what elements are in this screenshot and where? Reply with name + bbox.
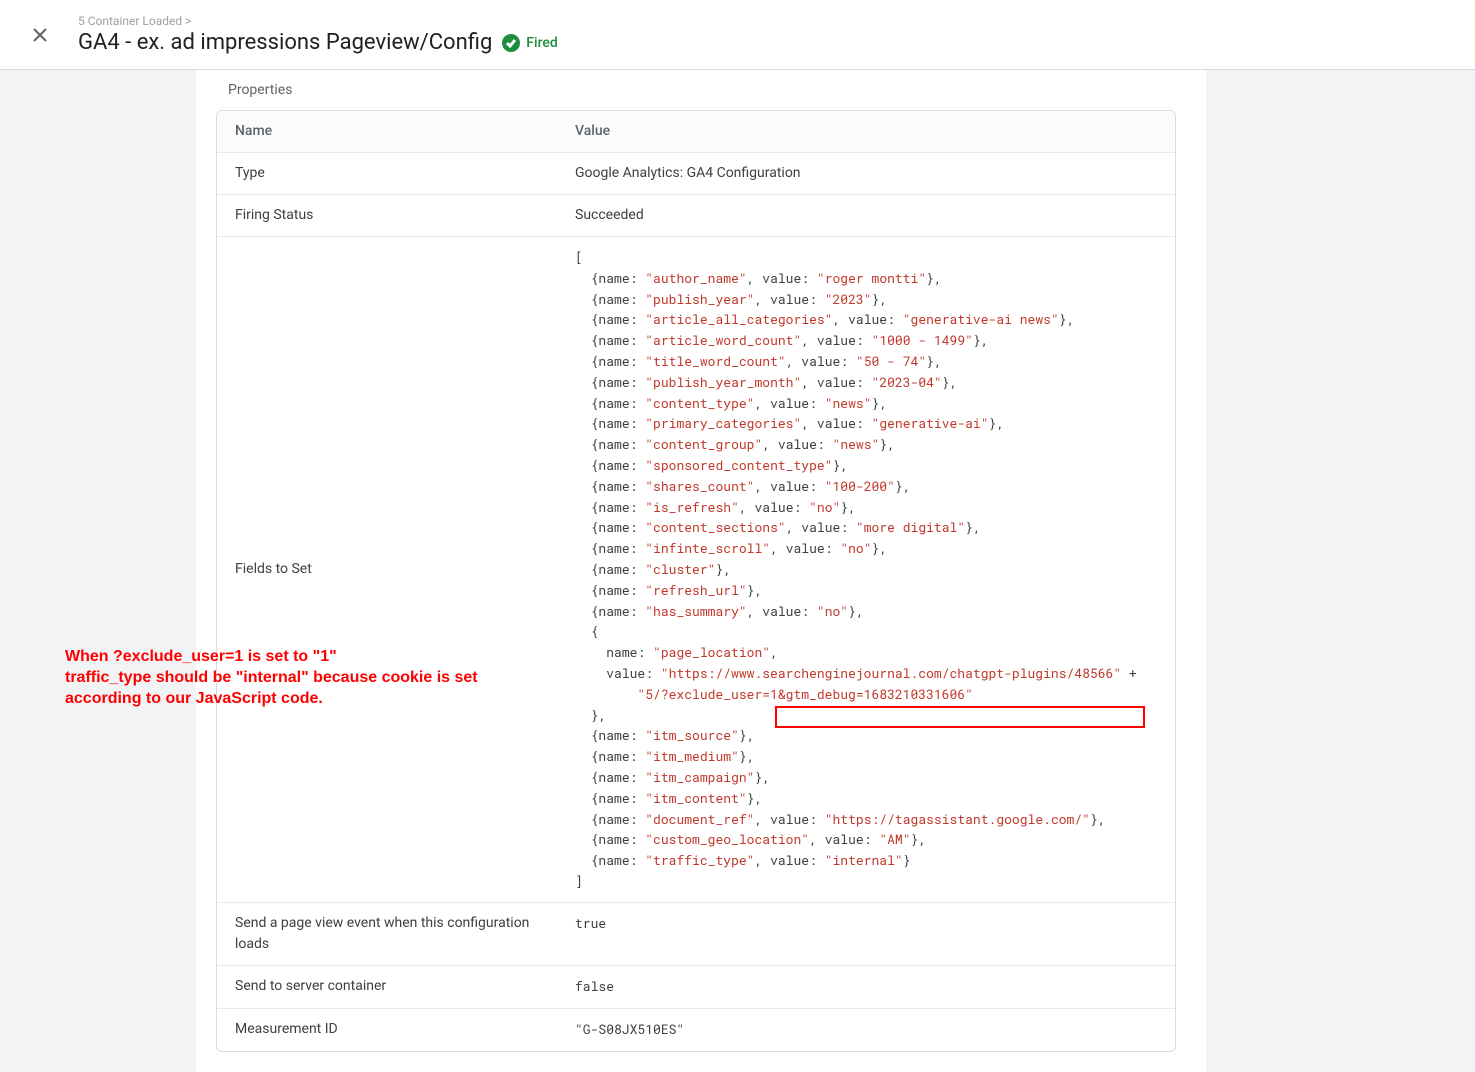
- annotation-overlay: When ?exclude_user=1 is set to "1"traffi…: [65, 647, 555, 709]
- properties-card: Properties Name Value Type Google Analyt…: [196, 70, 1206, 1072]
- col-name: Name: [217, 111, 557, 152]
- prop-name: Type: [217, 153, 557, 194]
- prop-value: true: [575, 914, 606, 932]
- fired-label: Fired: [526, 35, 558, 51]
- prop-value: Google Analytics: GA4 Configuration: [557, 153, 1175, 194]
- table-header-row: Name Value: [217, 111, 1175, 153]
- table-row-fields-to-set: Fields to Set [ {name: "author_name", va…: [217, 237, 1175, 903]
- table-row: Send to server container false: [217, 966, 1175, 1009]
- modal-header: 5 Container Loaded > GA4 - ex. ad impres…: [0, 0, 1475, 70]
- table-row: Type Google Analytics: GA4 Configuration: [217, 153, 1175, 195]
- close-icon[interactable]: [32, 24, 48, 48]
- prop-name: Send a page view event when this configu…: [217, 903, 557, 965]
- prop-name: Firing Status: [217, 195, 557, 236]
- prop-name: Fields to Set: [217, 237, 557, 902]
- table-row: Firing Status Succeeded: [217, 195, 1175, 237]
- fields-to-set-code: [ {name: "author_name", value: "roger mo…: [575, 247, 1157, 892]
- check-icon: [502, 34, 520, 52]
- prop-value: Succeeded: [557, 195, 1175, 236]
- prop-name: Send to server container: [217, 966, 557, 1008]
- breadcrumb[interactable]: 5 Container Loaded >: [78, 14, 558, 28]
- page-title: GA4 - ex. ad impressions Pageview/Config: [78, 30, 492, 55]
- table-row: Send a page view event when this configu…: [217, 903, 1175, 966]
- prop-name: Measurement ID: [217, 1009, 557, 1051]
- properties-table: Name Value Type Google Analytics: GA4 Co…: [216, 110, 1176, 1052]
- prop-value: false: [575, 977, 614, 995]
- table-row: Measurement ID "G-S08JX510ES": [217, 1009, 1175, 1051]
- fired-badge: Fired: [502, 34, 558, 52]
- col-value: Value: [557, 111, 1175, 152]
- prop-value: "G-S08JX510ES": [575, 1020, 684, 1038]
- section-title: Properties: [196, 70, 1206, 110]
